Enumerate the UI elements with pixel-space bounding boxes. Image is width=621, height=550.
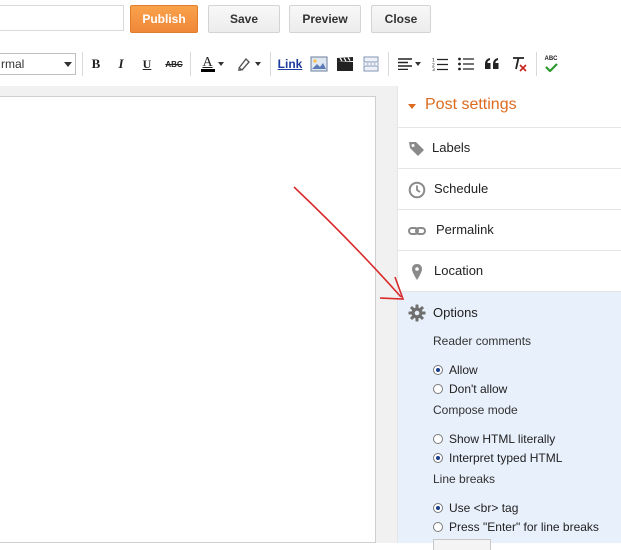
radio-enter-for-line-breaks[interactable]: Press "Enter" for line breaks (433, 519, 599, 535)
radio-label: Show HTML literally (449, 432, 556, 446)
highlighter-icon (237, 57, 250, 71)
bulleted-list-icon (458, 57, 474, 71)
post-settings-title: Post settings (425, 96, 517, 113)
line-breaks-label: Line breaks (433, 472, 496, 486)
remove-formatting-button[interactable] (509, 54, 529, 74)
publish-button[interactable]: Publish (130, 5, 198, 33)
formatting-toolbar: rmal B I U ABC A Link 1 2 3 ABC (0, 44, 621, 87)
radio-interpret-typed-html[interactable]: Interpret typed HTML (433, 450, 562, 466)
numbered-list-button[interactable]: 1 2 3 (431, 54, 449, 74)
toolbar-divider (190, 52, 191, 76)
options-panel: Options Reader comments Allow Don't allo… (398, 292, 621, 550)
sidebar-item-permalink[interactable]: Permalink (398, 210, 621, 251)
insert-video-button[interactable] (335, 54, 355, 74)
bulleted-list-button[interactable] (457, 54, 475, 74)
spellcheck-button[interactable]: ABC (542, 54, 560, 74)
radio-button-selected[interactable] (433, 365, 443, 375)
radio-show-html-literally[interactable]: Show HTML literally (433, 431, 555, 447)
image-icon (310, 56, 328, 72)
chevron-down-icon (64, 62, 72, 67)
sidebar-item-label: Schedule (434, 181, 489, 196)
toolbar-divider (82, 52, 83, 76)
preview-button[interactable]: Preview (289, 5, 361, 33)
post-title-input[interactable] (0, 5, 124, 31)
sidebar-item-schedule[interactable]: Schedule (398, 169, 621, 210)
compose-mode-label: Compose mode (433, 403, 518, 417)
radio-button[interactable] (433, 522, 443, 532)
radio-label: Interpret typed HTML (449, 451, 563, 465)
radio-use-br-tag[interactable]: Use <br> tag (433, 500, 518, 516)
radio-label: Allow (449, 363, 478, 377)
gear-icon (408, 304, 426, 322)
svg-text:3: 3 (432, 67, 435, 71)
options-title: Options (433, 305, 478, 320)
underline-button[interactable]: U (139, 54, 155, 74)
close-button[interactable]: Close (371, 5, 431, 33)
checkmark-icon (545, 63, 558, 72)
radio-button[interactable] (433, 384, 443, 394)
radio-label: Use <br> tag (449, 501, 519, 515)
top-action-bar: Publish Save Preview Close (0, 0, 621, 45)
toolbar-divider (270, 52, 271, 76)
italic-button[interactable]: I (113, 54, 129, 74)
blockquote-button[interactable] (483, 54, 501, 74)
font-size-select[interactable]: rmal (0, 53, 76, 75)
post-body-editor[interactable] (0, 96, 376, 543)
bold-button[interactable]: B (88, 54, 104, 74)
post-settings-header[interactable]: Post settings (398, 86, 621, 128)
caret-down-icon (408, 104, 416, 109)
map-pin-icon (412, 264, 422, 280)
done-button[interactable] (433, 539, 491, 550)
radio-button-selected[interactable] (433, 503, 443, 513)
sidebar-item-label: Permalink (436, 222, 494, 237)
caret-down-icon (254, 62, 261, 66)
font-size-value: rmal (1, 57, 25, 71)
alignment-button[interactable] (395, 54, 423, 74)
radio-button-selected[interactable] (433, 453, 443, 463)
numbered-list-icon: 1 2 3 (432, 58, 448, 71)
sidebar-item-label: Location (434, 263, 484, 278)
insert-link-button[interactable]: Link (277, 54, 303, 74)
insert-image-button[interactable] (309, 54, 329, 74)
link-icon (408, 227, 426, 235)
sidebar-item-label: Labels (432, 140, 471, 155)
video-clapper-icon (337, 57, 353, 71)
reader-comments-label: Reader comments (433, 334, 532, 348)
text-color-icon: A (202, 55, 213, 70)
strikethrough-button[interactable]: ABC (164, 54, 184, 74)
caret-down-icon (414, 62, 421, 66)
caret-down-icon (217, 62, 224, 66)
align-left-icon (397, 58, 412, 70)
sidebar-item-location[interactable]: Location (398, 251, 621, 292)
post-settings-sidebar: Post settings Labels Schedule Permalink … (397, 86, 621, 550)
sidebar-item-labels[interactable]: Labels (398, 128, 621, 169)
tag-icon (409, 142, 424, 156)
spellcheck-icon: ABC (544, 56, 558, 62)
clear-formatting-icon (513, 57, 527, 72)
save-button[interactable]: Save (208, 5, 280, 33)
page-break-icon (363, 56, 379, 72)
clock-icon (408, 181, 426, 199)
quote-icon (485, 58, 499, 69)
insert-jump-break-button[interactable] (361, 54, 381, 74)
radio-label: Press "Enter" for line breaks (449, 520, 599, 534)
radio-label: Don't allow (449, 382, 508, 396)
toolbar-divider (388, 52, 389, 76)
radio-allow-comments[interactable]: Allow (433, 362, 478, 378)
radio-disallow-comments[interactable]: Don't allow (433, 381, 507, 397)
text-color-button[interactable]: A (197, 54, 227, 74)
highlight-color-button[interactable] (233, 54, 263, 74)
toolbar-divider (536, 52, 537, 76)
radio-button[interactable] (433, 434, 443, 444)
